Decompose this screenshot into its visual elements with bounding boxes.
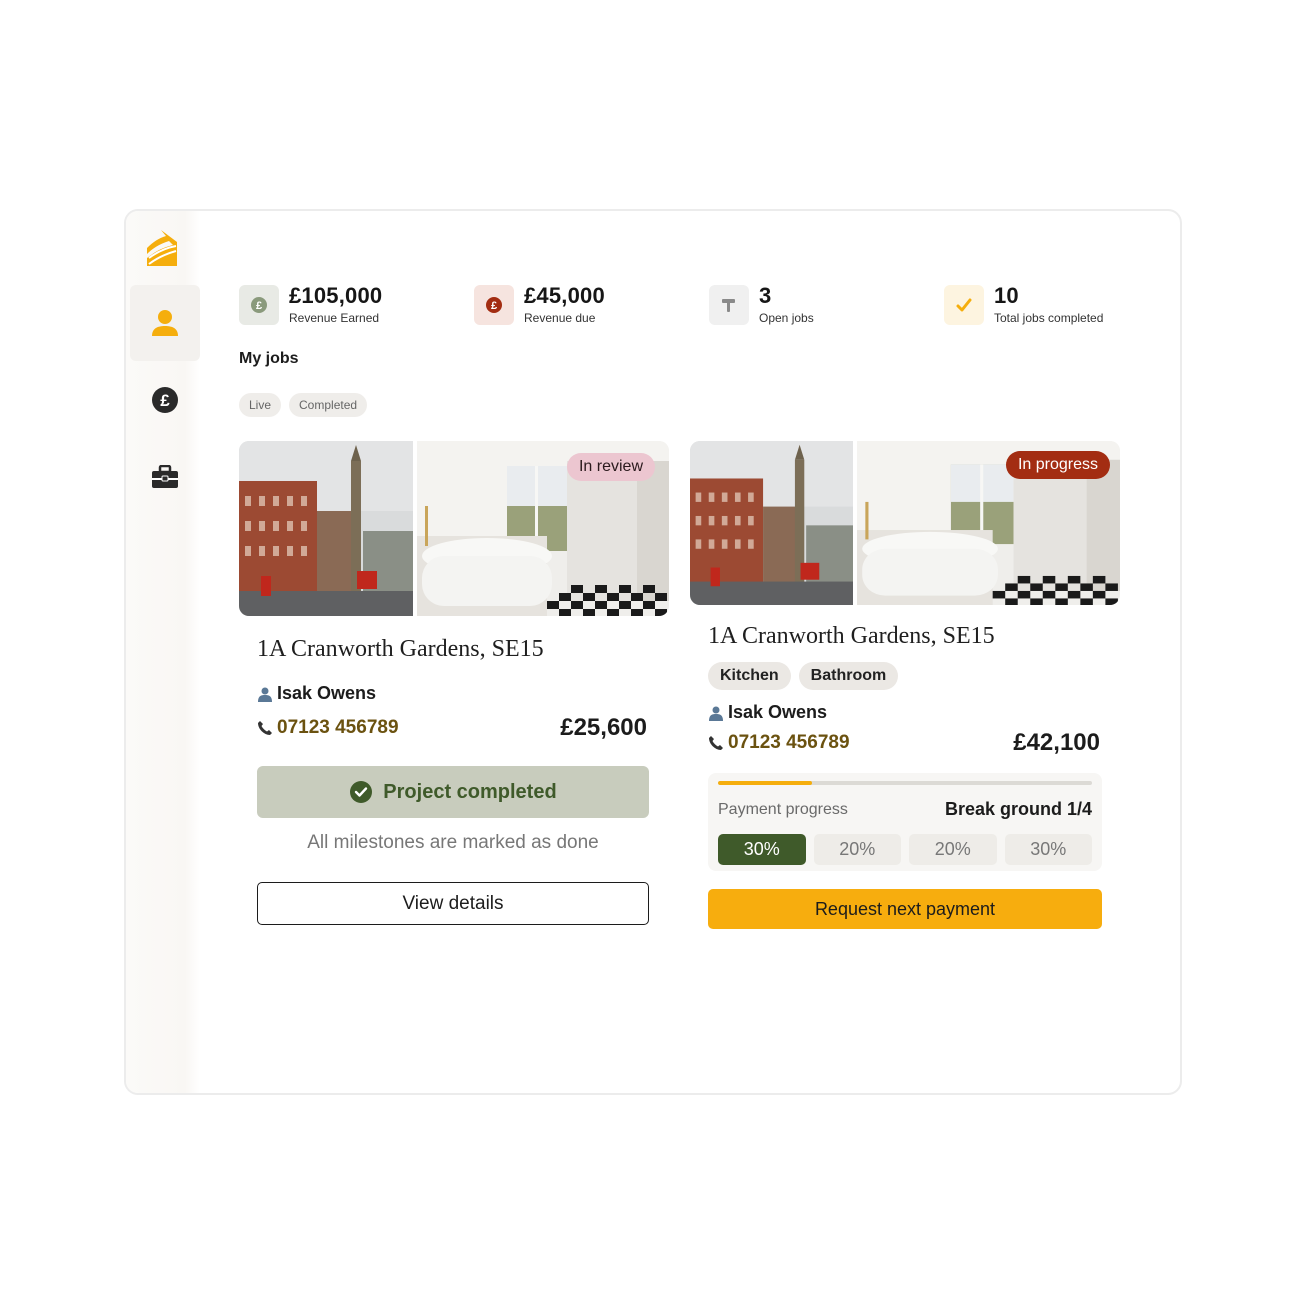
svg-text:£: £ (160, 391, 170, 410)
filter-completed[interactable]: Completed (289, 393, 368, 417)
view-details-button[interactable]: View details (257, 882, 649, 925)
job-photos: In progress (690, 441, 1120, 605)
svg-text:£: £ (491, 300, 497, 312)
tag-kitchen: Kitchen (708, 662, 791, 690)
pound-circle-icon: £ (152, 387, 178, 413)
completed-note: All milestones are marked as done (307, 832, 599, 853)
stat-label: Revenue due (524, 311, 596, 325)
project-completed-banner: Project completed (257, 766, 649, 818)
job-address: 1A Cranworth Gardens, SE15 (708, 623, 995, 649)
user-icon (258, 687, 272, 702)
check-circle-icon (350, 781, 373, 803)
request-next-payment-button[interactable]: Request next payment (708, 889, 1102, 929)
customer-name-text: Isak Owens (277, 683, 377, 703)
phone-link[interactable]: 07123 456789 (708, 732, 850, 754)
job-amount: £25,600 (560, 714, 647, 741)
svg-text:£: £ (256, 300, 262, 312)
stat-value: 3 (759, 283, 772, 308)
payment-progress-fill (718, 781, 812, 785)
phone-link[interactable]: 07123 456789 (257, 717, 399, 739)
street-photo (690, 441, 853, 605)
contact-row: 07123 456789 £25,600 (257, 714, 647, 742)
hammer-icon (709, 285, 749, 325)
stat-jobs-completed: 10 Total jobs completed (944, 284, 1103, 326)
sidebar: £ (126, 211, 200, 1093)
milestones: 30% 20% 20% 30% (718, 834, 1092, 865)
street-photo (239, 441, 413, 616)
stat-value: £105,000 (289, 283, 383, 308)
milestone-1[interactable]: 30% (718, 834, 806, 865)
customer-name: Isak Owens (708, 702, 1120, 723)
job-card[interactable]: In review 1A Cranworth Gardens, SE15 Isa… (239, 441, 669, 925)
milestone-2[interactable]: 20% (813, 834, 901, 865)
stat-open-jobs: 3 Open jobs (709, 284, 814, 326)
contact-row: 07123 456789 £42,100 (708, 729, 1100, 757)
customer-name-text: Isak Owens (728, 702, 828, 722)
logo (143, 228, 183, 268)
phone-icon (258, 721, 272, 735)
stat-revenue-earned: £ £105,000 Revenue Earned (239, 284, 382, 326)
payment-progress-label: Payment progress (718, 800, 848, 818)
job-amount: £42,100 (1013, 729, 1100, 756)
status-badge: In progress (1005, 451, 1110, 479)
sidebar-item-profile[interactable] (130, 285, 200, 361)
app-window: £ £ £105,000 Revenue Earned £ £45,000 Re… (124, 209, 1182, 1095)
payment-progress-panel: Payment progress Break ground 1/4 30% 20… (708, 773, 1102, 871)
sidebar-item-jobs[interactable] (130, 439, 200, 515)
customer-name: Isak Owens (257, 683, 669, 704)
user-icon (709, 706, 723, 721)
phone-number: 07123 456789 (277, 717, 399, 738)
status-badge: In review (566, 453, 655, 481)
tag-bathroom: Bathroom (798, 662, 899, 690)
person-icon (152, 310, 178, 336)
phone-number: 07123 456789 (728, 732, 850, 753)
payment-stage: Break ground 1/4 (944, 799, 1092, 819)
stat-value: £45,000 (524, 283, 605, 308)
stat-label: Total jobs completed (994, 311, 1104, 325)
stat-revenue-due: £ £45,000 Revenue due (474, 284, 605, 326)
job-filters: Live Completed (239, 393, 368, 417)
job-photos: In review (239, 441, 669, 616)
pound-coin-icon: £ (239, 285, 279, 325)
stat-value: 10 (994, 283, 1019, 308)
job-tags: Kitchen Bathroom (708, 662, 1120, 690)
completed-label: Project completed (383, 780, 557, 803)
filter-live[interactable]: Live (239, 393, 282, 417)
payment-progress-bar (718, 781, 1092, 785)
milestone-3[interactable]: 20% (909, 834, 997, 865)
milestone-4[interactable]: 30% (1004, 834, 1092, 865)
job-address: 1A Cranworth Gardens, SE15 (257, 636, 544, 662)
section-title: My jobs (239, 350, 299, 367)
stat-label: Open jobs (759, 311, 814, 325)
job-card[interactable]: In progress 1A Cranworth Gardens, SE15 K… (690, 441, 1120, 929)
sidebar-item-payments[interactable]: £ (130, 362, 200, 438)
stat-label: Revenue Earned (289, 311, 380, 325)
pound-coin-icon: £ (474, 285, 514, 325)
phone-icon (709, 736, 723, 750)
check-icon (944, 285, 984, 325)
briefcase-icon (152, 465, 178, 488)
